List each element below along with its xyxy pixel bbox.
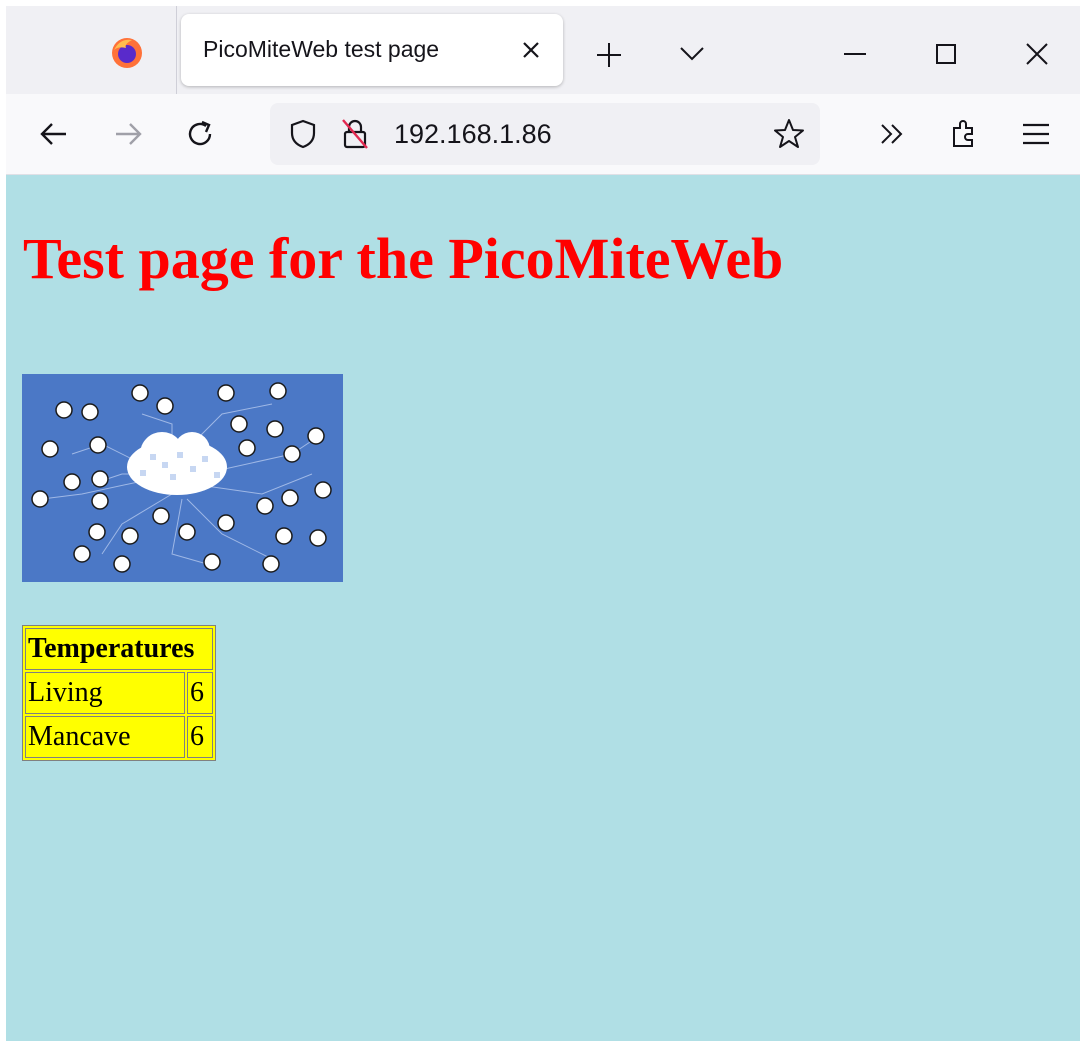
overflow-icon[interactable] xyxy=(874,116,910,152)
tab-title: PicoMiteWeb test page xyxy=(203,36,440,62)
table-row: Living 6 xyxy=(25,672,213,714)
tab-separator xyxy=(176,6,177,94)
forward-arrow-icon[interactable] xyxy=(110,116,146,152)
navigation-toolbar: 192.168.1.86 xyxy=(6,94,1080,175)
url-bar[interactable]: 192.168.1.86 xyxy=(270,103,820,165)
page-title: Test page for the PicoMiteWeb xyxy=(23,226,784,291)
plus-icon[interactable] xyxy=(594,40,624,70)
maximize-icon[interactable] xyxy=(932,40,960,68)
minimize-icon[interactable] xyxy=(841,40,869,68)
shield-icon[interactable] xyxy=(288,118,318,150)
row-value: 6 xyxy=(187,672,213,714)
close-window-icon[interactable] xyxy=(1023,40,1051,68)
iot-cloud-image xyxy=(22,374,343,582)
back-arrow-icon[interactable] xyxy=(36,116,72,152)
table-header: Temperatures xyxy=(25,628,213,670)
row-label: Living xyxy=(25,672,185,714)
tab-bar: PicoMiteWeb test page xyxy=(6,6,1080,94)
firefox-logo-icon[interactable] xyxy=(110,36,144,70)
row-value: 6 xyxy=(187,716,213,758)
chevron-down-icon[interactable] xyxy=(677,44,707,64)
tab-active[interactable]: PicoMiteWeb test page xyxy=(181,14,563,86)
menu-icon[interactable] xyxy=(1018,116,1054,152)
table-header-row: Temperatures xyxy=(25,628,213,670)
row-label: Mancave xyxy=(25,716,185,758)
star-icon[interactable] xyxy=(772,117,806,151)
url-text[interactable]: 192.168.1.86 xyxy=(394,119,552,150)
close-icon[interactable] xyxy=(519,38,543,62)
temperatures-table: Temperatures Living 6 Mancave 6 xyxy=(22,625,216,761)
extensions-icon[interactable] xyxy=(946,116,982,152)
table-row: Mancave 6 xyxy=(25,716,213,758)
reload-icon[interactable] xyxy=(182,116,218,152)
insecure-lock-icon[interactable] xyxy=(340,117,370,151)
page-content: Test page for the PicoMiteWeb Temperatur… xyxy=(6,175,1080,1041)
